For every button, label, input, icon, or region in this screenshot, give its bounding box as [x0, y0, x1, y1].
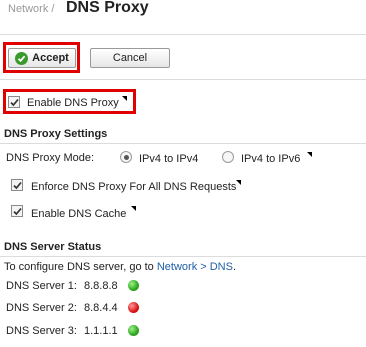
section-divider — [0, 143, 366, 144]
enforce-dns-proxy-label: Enforce DNS Proxy For All DNS Requests — [31, 181, 237, 193]
section-divider — [0, 256, 366, 257]
tooltip-indicator-icon[interactable] — [236, 180, 241, 185]
status-ok-icon — [128, 325, 139, 336]
breadcrumb[interactable]: Network / — [8, 3, 54, 15]
tooltip-indicator-icon[interactable] — [131, 206, 136, 211]
radio-ipv4-to-ipv4[interactable] — [120, 151, 132, 163]
enable-dns-proxy-checkbox[interactable] — [8, 96, 20, 108]
status-error-icon — [128, 302, 139, 313]
toolbar-divider — [0, 79, 366, 80]
configure-dns-prefix: To configure DNS server, go to — [4, 261, 154, 273]
dns-server-1-ip: 8.8.8.8 — [84, 280, 118, 292]
dns-server-2-label: DNS Server 2: — [6, 302, 77, 314]
checkmark-circle-icon — [15, 51, 29, 65]
cancel-button-label: Cancel — [112, 52, 148, 64]
checkmark-icon — [12, 181, 22, 189]
dns-server-2-ip: 8.8.4.4 — [84, 302, 118, 314]
page-title: DNS Proxy — [66, 0, 149, 16]
status-ok-icon — [128, 280, 139, 291]
tooltip-indicator-icon[interactable] — [122, 96, 127, 101]
configure-dns-suffix: . — [232, 261, 237, 273]
accept-button-label: Accept — [32, 52, 69, 64]
tooltip-indicator-icon[interactable] — [307, 152, 312, 157]
enforce-dns-proxy-checkbox[interactable] — [11, 179, 23, 191]
enable-dns-proxy-label: Enable DNS Proxy — [27, 97, 119, 109]
enable-dns-cache-label: Enable DNS Cache — [31, 208, 127, 220]
header-divider — [0, 34, 366, 35]
radio-ipv4-to-ipv4-label: IPv4 to IPv4 — [139, 153, 199, 165]
dns-server-1-label: DNS Server 1: — [6, 280, 77, 292]
dns-proxy-settings-heading: DNS Proxy Settings — [4, 128, 108, 140]
dns-proxy-mode-label: DNS Proxy Mode: — [6, 152, 95, 164]
configure-dns-text: To configure DNS server, go to Network >… — [4, 261, 236, 273]
network-dns-link[interactable]: Network > DNS — [157, 261, 233, 273]
radio-ipv4-to-ipv6[interactable] — [222, 151, 234, 163]
checkmark-icon — [12, 207, 22, 215]
dns-server-3-label: DNS Server 3: — [6, 325, 77, 337]
enable-dns-cache-checkbox[interactable] — [11, 205, 23, 217]
radio-ipv4-to-ipv6-label: IPv4 to IPv6 — [241, 153, 301, 165]
accept-button[interactable]: Accept — [8, 48, 76, 68]
dns-server-3-ip: 1.1.1.1 — [84, 325, 118, 337]
dns-server-status-heading: DNS Server Status — [4, 241, 102, 253]
checkmark-icon — [9, 98, 19, 106]
cancel-button[interactable]: Cancel — [90, 48, 170, 68]
